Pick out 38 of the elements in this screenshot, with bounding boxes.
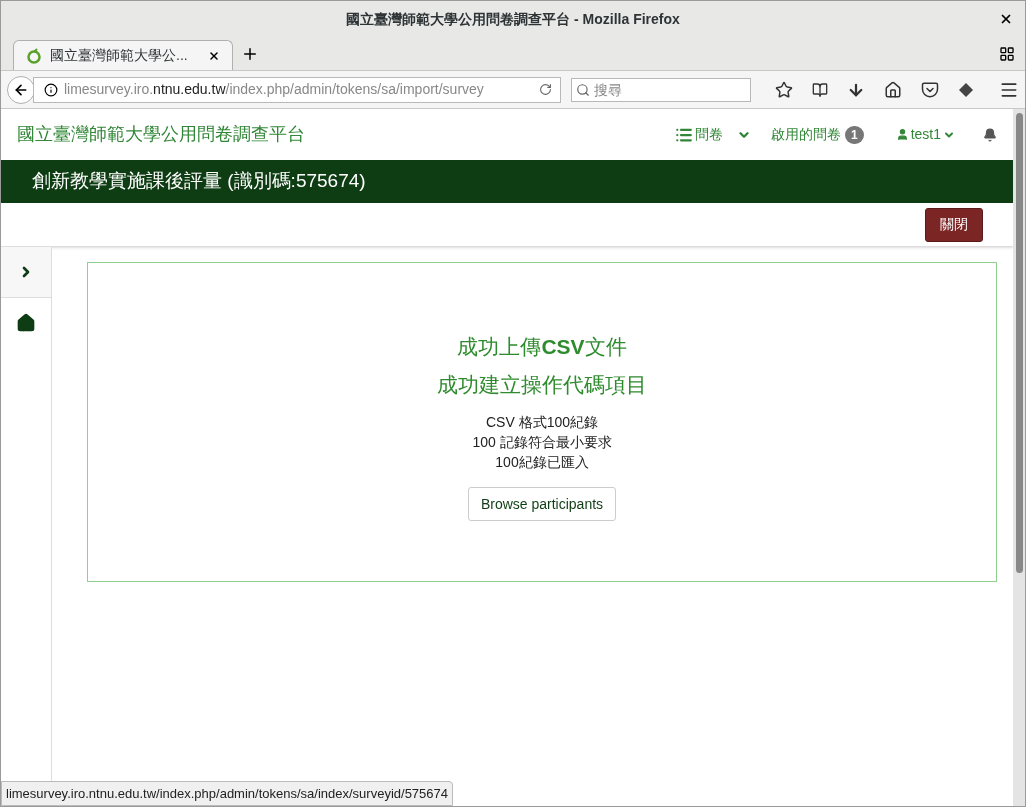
close-icon[interactable] [999, 12, 1013, 26]
result-line: CSV 格式100紀錄 [485, 413, 598, 432]
browser-tab[interactable]: 國立臺灣師範大學公... [13, 40, 233, 70]
close-button[interactable]: 關閉 [925, 207, 983, 242]
new-tab-icon[interactable] [241, 45, 259, 63]
home-icon [16, 313, 36, 333]
pocket-icon[interactable] [921, 80, 939, 99]
user-icon [895, 128, 909, 141]
grid-icon[interactable] [999, 46, 1015, 62]
url-field[interactable]: limesurvey.iro.ntnu.edu.tw/index.php/admin/tokens/sa/import/survey [32, 76, 561, 103]
info-icon [43, 82, 58, 97]
reload-icon[interactable] [539, 83, 552, 96]
tab-title: 國立臺灣師範大學公... [50, 46, 189, 65]
window-title: 國立臺灣師範大學公用問卷調查平台 - Mozilla Firefox [346, 9, 680, 29]
survey-title: 創新教學實施課後評量 (識別碼:575674) [32, 169, 366, 194]
browse-participants-button[interactable]: Browse participants [467, 487, 617, 521]
user-menu[interactable]: test1 [910, 124, 941, 145]
bell-icon[interactable] [983, 127, 997, 142]
active-surveys-link[interactable]: 啟用的問卷 [770, 124, 841, 145]
url-text: limesurvey.iro.ntnu.edu.tw/index.php/admin/tokens/sa/import/survey [63, 80, 485, 99]
home-icon[interactable] [884, 80, 902, 99]
count-badge: 1 [844, 125, 864, 144]
scrollbar-thumb[interactable] [1015, 113, 1023, 573]
back-button[interactable] [7, 75, 35, 104]
result-line: 100 記錄符合最小要求 [472, 433, 612, 452]
close-icon[interactable] [208, 49, 220, 62]
lime-icon [26, 47, 42, 64]
result-heading: 成功建立操作代碼項目 [437, 372, 647, 398]
result-line: 100紀錄已匯入 [495, 453, 589, 472]
search-field[interactable]: 搜尋 [571, 77, 751, 102]
result-heading: 成功上傳CSV文件 [457, 334, 627, 360]
search-icon [576, 82, 590, 97]
reader-icon[interactable] [812, 81, 828, 98]
scrollbar[interactable] [1013, 109, 1025, 806]
star-icon[interactable] [775, 80, 793, 99]
surveys-menu[interactable]: 問卷 [694, 124, 723, 145]
diamond-icon[interactable] [958, 81, 974, 98]
site-brand[interactable]: 國立臺灣師範大學公用問卷調查平台 [17, 121, 675, 148]
